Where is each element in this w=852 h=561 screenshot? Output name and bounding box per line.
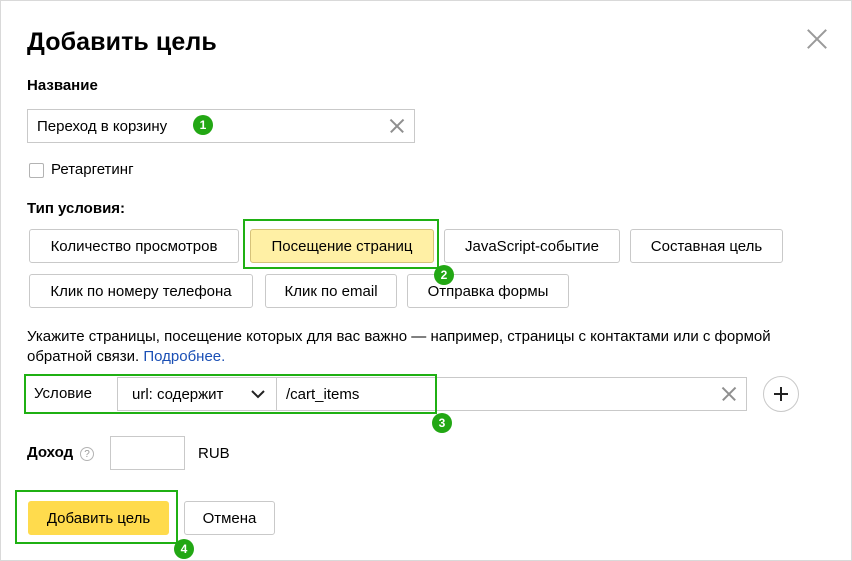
goal-name-value: Переход в корзину	[37, 117, 168, 135]
add-condition-button[interactable]	[763, 376, 799, 412]
step-badge-2: 2	[434, 265, 454, 285]
revenue-input[interactable]	[110, 436, 185, 470]
step-badge-1: 1	[193, 115, 213, 135]
cancel-button[interactable]: Отмена	[184, 501, 275, 535]
goal-name-input[interactable]: Переход в корзину	[27, 109, 415, 143]
dialog-title: Добавить цель	[27, 28, 217, 56]
clear-name-icon[interactable]	[390, 119, 404, 133]
step-badge-3: 3	[432, 413, 452, 433]
type-option-composite-goal[interactable]: Составная цель	[630, 229, 783, 263]
close-icon[interactable]	[806, 28, 828, 50]
retargeting-label: Ретаргетинг	[51, 161, 134, 178]
add-goal-dialog: Добавить цель Название Переход в корзину…	[0, 0, 852, 561]
highlight-condition	[24, 374, 437, 414]
retargeting-checkbox[interactable]	[29, 163, 44, 178]
highlight-page-visits	[243, 219, 439, 269]
revenue-label: Доход	[27, 444, 74, 461]
type-option-email-click[interactable]: Клик по email	[265, 274, 397, 308]
condition-hint: Укажите страницы, посещение которых для …	[27, 327, 827, 367]
condition-type-label: Тип условия:	[27, 200, 126, 217]
highlight-add-goal	[15, 490, 178, 544]
hint-text: Укажите страницы, посещение которых для …	[27, 328, 771, 365]
clear-url-icon[interactable]	[722, 387, 736, 401]
learn-more-link[interactable]: Подробнее.	[143, 348, 225, 365]
step-badge-4: 4	[174, 539, 194, 559]
type-option-form-submit[interactable]: Отправка формы	[407, 274, 569, 308]
currency-label: RUB	[198, 445, 230, 462]
type-option-pageviews[interactable]: Количество просмотров	[29, 229, 239, 263]
help-icon[interactable]: ?	[80, 447, 94, 461]
type-option-js-event[interactable]: JavaScript-событие	[444, 229, 620, 263]
type-option-phone-click[interactable]: Клик по номеру телефона	[29, 274, 253, 308]
name-label: Название	[27, 77, 98, 94]
